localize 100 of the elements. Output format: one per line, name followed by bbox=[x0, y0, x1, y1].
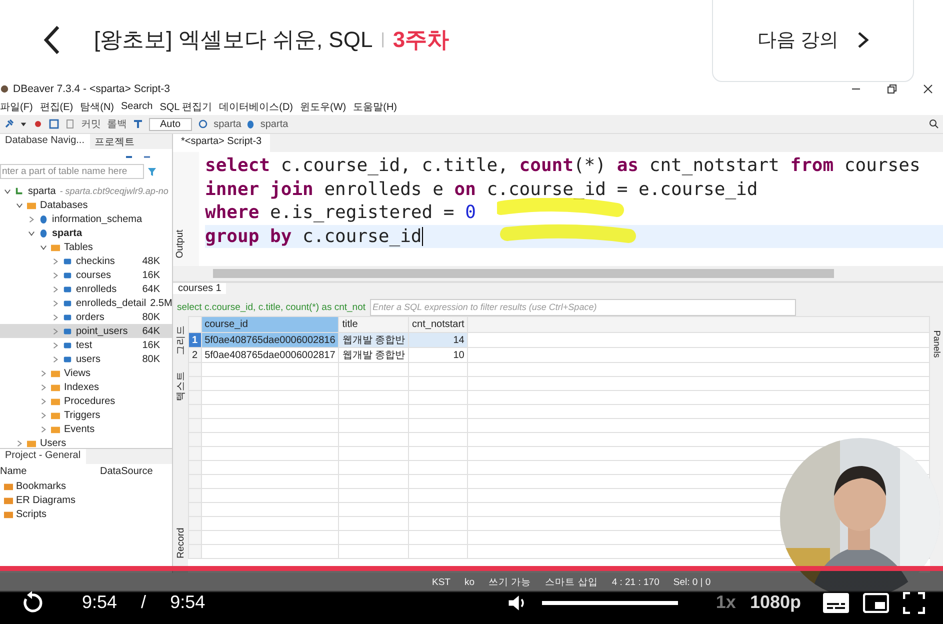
tree-item[interactable]: Databases bbox=[0, 198, 172, 212]
tree-label: Procedures bbox=[64, 396, 116, 406]
table-cell: 5f0ae408765dae0006002817 bbox=[201, 348, 339, 362]
menu-item[interactable]: Search bbox=[121, 101, 153, 112]
menu-item[interactable]: 도움말(H) bbox=[353, 100, 398, 114]
database-icon bbox=[247, 120, 254, 128]
subtitles-icon[interactable] bbox=[823, 592, 849, 612]
menu-item[interactable]: 데이터베이스(D) bbox=[219, 100, 294, 114]
back-icon[interactable] bbox=[42, 25, 62, 55]
tree-item[interactable]: sparta - sparta.cbt9ceqjwlr9.ap-no bbox=[0, 184, 172, 198]
tree-item[interactable]: Procedures bbox=[0, 394, 172, 408]
tree-item[interactable]: test 16K bbox=[0, 338, 172, 352]
project-item[interactable]: Bookmarks bbox=[0, 479, 172, 493]
week-label: 3주차 bbox=[392, 26, 450, 54]
row-number[interactable]: 2 bbox=[188, 348, 202, 362]
query-text: select c.course_id, c.title, count(*) as cnt_not bbox=[176, 302, 366, 312]
volume-slider[interactable] bbox=[542, 600, 678, 604]
panel-tab[interactable]: 프로젝트 bbox=[90, 134, 140, 149]
tree-item[interactable]: Indexes bbox=[0, 380, 172, 394]
table-filter-field[interactable]: nter a part of table name here bbox=[0, 164, 144, 179]
caret-icon[interactable] bbox=[20, 120, 27, 128]
speed-button[interactable]: 1x bbox=[716, 592, 736, 613]
tree-label: checkins bbox=[76, 256, 115, 266]
menu-item[interactable]: SQL 편집기 bbox=[160, 100, 212, 114]
tree-item[interactable]: Events bbox=[0, 422, 172, 436]
search-icon[interactable] bbox=[929, 119, 939, 129]
view-tab[interactable]: Record bbox=[173, 523, 188, 563]
results-tab[interactable]: courses 1 bbox=[173, 283, 226, 294]
picture-in-picture-icon[interactable] bbox=[863, 592, 889, 612]
tree-label: Tables bbox=[64, 242, 93, 252]
tree-item[interactable]: information_schema bbox=[0, 212, 172, 226]
connection-selector[interactable]: sparta bbox=[214, 118, 242, 130]
commit-button[interactable]: 커밋 bbox=[81, 117, 101, 131]
tree-label: sparta bbox=[28, 186, 56, 196]
tree-item[interactable]: courses 16K bbox=[0, 268, 172, 282]
filter-icon[interactable] bbox=[147, 166, 157, 176]
column-header: DataSource bbox=[100, 466, 153, 477]
project-item[interactable]: Scripts bbox=[0, 507, 172, 521]
tree-label: sparta bbox=[52, 228, 82, 238]
tree-label: orders bbox=[76, 312, 104, 322]
table-size: 16K bbox=[142, 270, 161, 280]
panel-tab[interactable]: Project - General bbox=[0, 449, 86, 464]
tree-item[interactable]: users 80K bbox=[0, 352, 172, 366]
menu-item[interactable]: 윈도우(W) bbox=[300, 100, 346, 114]
rollback-button[interactable]: 롤백 bbox=[107, 117, 127, 131]
table-size: 16K bbox=[142, 340, 161, 350]
tree-item[interactable]: enrolleds_detail 2.5M bbox=[0, 296, 172, 310]
output-tab[interactable]: Output bbox=[173, 226, 187, 262]
column-header[interactable]: course_id bbox=[201, 316, 339, 332]
table-cell: 10 bbox=[408, 348, 468, 362]
restore-icon[interactable] bbox=[887, 84, 897, 94]
fullscreen-icon[interactable] bbox=[903, 592, 925, 614]
folder-icon bbox=[27, 438, 36, 448]
table-size: 80K bbox=[142, 354, 161, 364]
code-line: inner join enrolleds e on c.course_id = e.course_id bbox=[205, 178, 759, 201]
transaction-mode-field[interactable]: Auto bbox=[149, 118, 192, 130]
tree-item[interactable]: Users bbox=[0, 436, 172, 448]
chevron-icon bbox=[856, 31, 869, 49]
row-number[interactable]: 1 bbox=[188, 332, 202, 348]
tree-item[interactable]: point_users 64K bbox=[0, 324, 172, 338]
status-item: 쓰기 가능 bbox=[488, 576, 532, 588]
tree-label: Views bbox=[64, 368, 90, 378]
results-filter-field[interactable]: Enter a SQL expression to filter results (use Ctrl+Space) bbox=[370, 298, 796, 316]
column-header[interactable]: title bbox=[338, 316, 409, 332]
tree-label: test bbox=[76, 340, 92, 350]
schema-selector[interactable]: sparta bbox=[260, 118, 288, 130]
title-separator: | bbox=[380, 31, 385, 49]
column-header[interactable]: cnt_notstart bbox=[408, 316, 468, 332]
tree-item[interactable]: enrolleds 64K bbox=[0, 282, 172, 296]
tree-item[interactable]: Triggers bbox=[0, 408, 172, 422]
table-size: 64K bbox=[142, 284, 161, 294]
tree-item[interactable]: Tables bbox=[0, 240, 172, 254]
quality-button[interactable]: 1080p bbox=[750, 592, 801, 613]
menu-item[interactable]: 편집(E) bbox=[40, 100, 74, 114]
connection-detail: - sparta.cbt9ceqjwlr9.ap-no bbox=[60, 186, 168, 196]
tree-item[interactable]: sparta bbox=[0, 226, 172, 240]
tree-label: Events bbox=[64, 424, 95, 434]
table-size: 48K bbox=[142, 256, 161, 266]
scrollbar[interactable] bbox=[213, 269, 834, 278]
menu-item[interactable]: 파일(F) bbox=[0, 100, 33, 114]
next-lecture-button[interactable]: 다음 강의 bbox=[712, 0, 914, 82]
tree-label: Triggers bbox=[64, 410, 100, 420]
view-tab[interactable]: 그리드 bbox=[173, 320, 188, 360]
tree-label: users bbox=[76, 354, 100, 364]
tree-item[interactable]: Views bbox=[0, 366, 172, 380]
panels-tab[interactable]: Panels bbox=[930, 324, 943, 364]
tree-item[interactable]: orders 80K bbox=[0, 310, 172, 324]
elapsed-time: 9:54 bbox=[82, 592, 118, 613]
tree-label: courses bbox=[76, 270, 112, 280]
view-tab[interactable]: 텍스트 bbox=[173, 364, 188, 408]
editor-tab[interactable]: *<sparta> Script-3 bbox=[173, 134, 270, 152]
close-icon[interactable] bbox=[923, 84, 933, 94]
column-header: Name bbox=[0, 466, 28, 477]
panel-tab[interactable]: Database Navig... bbox=[0, 134, 90, 149]
project-item[interactable]: ER Diagrams bbox=[0, 493, 172, 507]
tree-label: information_schema bbox=[52, 214, 142, 224]
tree-item[interactable]: checkins 48K bbox=[0, 254, 172, 268]
menu-item[interactable]: 탐색(N) bbox=[80, 100, 114, 114]
code-line: where e.is_registered = 0 bbox=[205, 201, 477, 224]
status-item: 스마트 삽입 bbox=[545, 576, 598, 588]
